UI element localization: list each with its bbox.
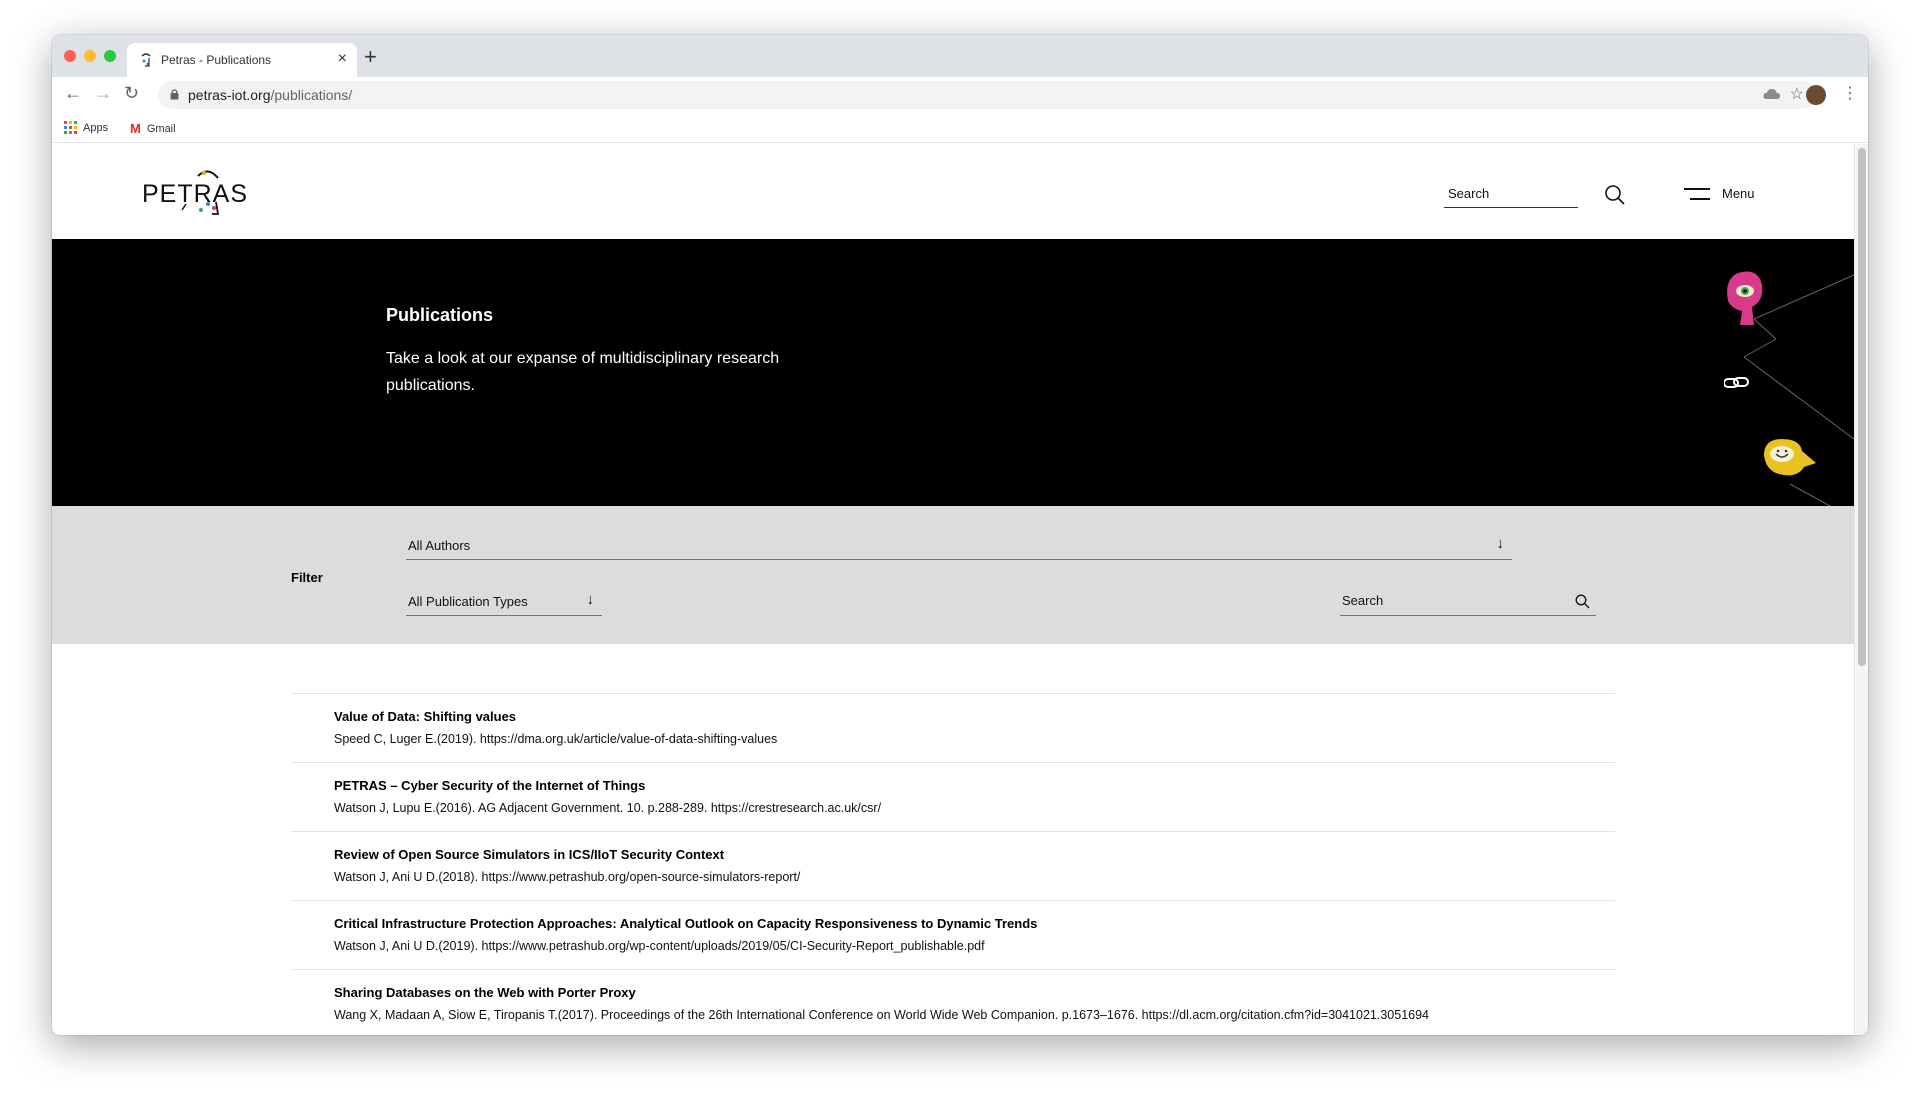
minimize-window-button[interactable] (84, 50, 96, 62)
browser-tab-active[interactable]: Petras - Publications × (127, 43, 357, 77)
bookmark-apps-label: Apps (83, 121, 109, 134)
url-domain: petras-iot.org (188, 87, 271, 103)
search-icon[interactable] (1604, 184, 1626, 206)
reload-icon[interactable]: ↻ (124, 83, 139, 104)
page-scrollbar[interactable] (1854, 144, 1868, 1035)
new-tab-button[interactable]: + (364, 44, 377, 70)
chain-link-icon (1724, 377, 1749, 388)
back-arrow-icon[interactable]: ← (64, 83, 82, 104)
scrollbar-thumb[interactable] (1858, 148, 1866, 666)
address-bar[interactable]: petras-iot.org/publications/ ☆ (158, 81, 1816, 109)
filter-label: Filter (291, 570, 323, 585)
bookmarks-bar: Apps M Gmail (52, 113, 1868, 143)
filter-bar: Filter All Authors ↓ All Publication Typ… (52, 506, 1854, 644)
search-icon[interactable] (1575, 594, 1590, 609)
menu-label: Menu (1722, 186, 1755, 201)
publication-title[interactable]: Value of Data: Shifting values (334, 709, 1615, 724)
bookmark-gmail-label: Gmail (146, 122, 176, 135)
bookmark-apps[interactable]: Apps (64, 121, 108, 134)
lock-icon (170, 89, 179, 100)
publication-item[interactable]: Critical Infrastructure Protection Appro… (291, 900, 1615, 969)
menu-button[interactable]: Menu (1684, 186, 1755, 201)
publication-meta: Watson J, Lupu E.(2016). AG Adjacent Gov… (334, 801, 882, 815)
browser-window: Petras - Publications × + ← → ↻ petras-i… (52, 35, 1868, 1035)
forward-arrow-icon[interactable]: → (94, 83, 112, 104)
publication-title[interactable]: Critical Infrastructure Protection Appro… (334, 916, 1615, 931)
publication-title[interactable]: Sharing Databases on the Web with Porter… (334, 985, 1615, 1000)
publication-title[interactable]: Review of Open Source Simulators in ICS/… (334, 847, 1615, 862)
browser-menu-icon[interactable]: ⋮ (1842, 83, 1858, 103)
publication-meta: Watson J, Ani U D.(2018). https://www.pe… (334, 870, 801, 884)
arrow-down-icon: ↓ (1496, 535, 1505, 552)
arrow-down-icon: ↓ (586, 591, 595, 608)
page-title: Publications (386, 305, 494, 325)
publication-meta: Wang X, Madaan A, Siow E, Tiropanis T.(2… (334, 1008, 1430, 1022)
profile-avatar[interactable] (1806, 85, 1826, 105)
url-path: /publications/ (270, 87, 353, 103)
publication-meta: Watson J, Ani U D.(2019). https://www.pe… (334, 939, 985, 953)
publication-meta: Speed C, Luger E.(2019). https://dma.org… (334, 732, 778, 746)
hamburger-icon (1684, 187, 1710, 201)
logo-mark-icon (181, 170, 220, 215)
header-search-input[interactable] (1444, 180, 1578, 207)
tab-title: Petras - Publications (161, 53, 272, 67)
filter-search (1340, 586, 1596, 616)
url-text: petras-iot.org/publications/ (188, 87, 352, 103)
tab-strip: Petras - Publications × + (52, 35, 1868, 77)
publication-item[interactable]: Value of Data: Shifting values Speed C, … (291, 693, 1615, 762)
tab-close-icon[interactable]: × (338, 50, 347, 68)
publication-item[interactable]: PETRAS – Cyber Security of the Internet … (291, 762, 1615, 831)
close-window-button[interactable] (64, 50, 76, 62)
hero-banner: Publications Take a look at our expanse … (52, 239, 1854, 506)
apps-grid-icon (64, 121, 77, 134)
filter-search-input[interactable] (1340, 586, 1560, 615)
author-select-value: All Authors (408, 538, 471, 553)
cloud-extension-icon[interactable] (1762, 86, 1782, 102)
publication-type-select-value: All Publication Types (408, 594, 528, 609)
publication-type-select[interactable]: All Publication Types ↓ (406, 586, 602, 616)
publication-item[interactable]: Review of Open Source Simulators in ICS/… (291, 831, 1615, 900)
author-select[interactable]: All Authors ↓ (406, 530, 1512, 560)
petras-logo[interactable]: PETRAS (142, 166, 252, 218)
bookmark-gmail[interactable]: M Gmail (130, 121, 176, 136)
browser-toolbar: ← → ↻ petras-iot.org/publications/ ☆ ⋮ (52, 77, 1868, 113)
publication-list: Value of Data: Shifting values Speed C, … (291, 693, 1615, 1035)
publication-item[interactable]: Sharing Databases on the Web with Porter… (291, 969, 1615, 1035)
hero-illustration (1724, 271, 1854, 506)
petras-favicon-icon (141, 53, 151, 67)
page-viewport: PETRAS Search Menu Publications Take a l… (52, 144, 1868, 1035)
hero-description: Take a look at our expanse of multidisci… (386, 350, 780, 394)
publication-title[interactable]: PETRAS – Cyber Security of the Internet … (334, 778, 1615, 793)
gmail-icon: M (130, 121, 141, 136)
bookmark-star-icon[interactable]: ☆ (1790, 84, 1804, 104)
header-search (1444, 180, 1578, 208)
maximize-window-button[interactable] (104, 50, 116, 62)
site-header: PETRAS Search Menu (52, 144, 1854, 239)
